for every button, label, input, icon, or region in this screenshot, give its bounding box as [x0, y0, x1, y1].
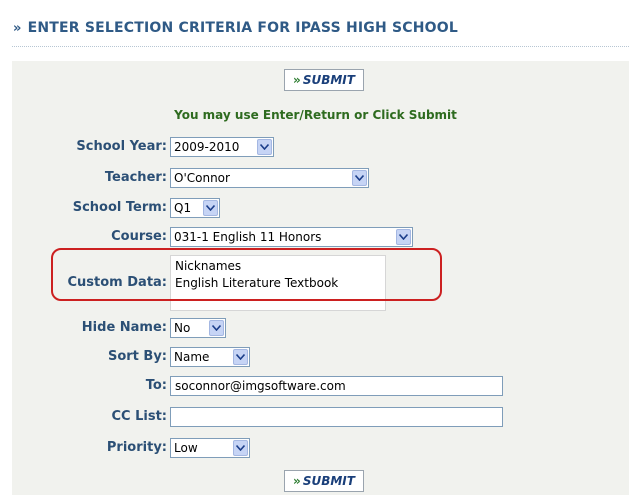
hide-name-select[interactable]: No	[170, 318, 226, 338]
dotted-divider	[12, 46, 629, 47]
submit-label: SUBMIT	[302, 474, 355, 488]
cc-list-field[interactable]	[170, 407, 503, 427]
chevron-down-icon[interactable]	[257, 139, 272, 155]
submit-hint: You may use Enter/Return or Click Submit	[174, 108, 457, 122]
school-term-value: Q1	[174, 201, 192, 215]
cc-list-label: CC List:	[111, 409, 168, 424]
course-select[interactable]: 031-1 English 11 Honors	[170, 227, 413, 247]
chevron-down-icon[interactable]	[396, 229, 411, 245]
priority-label: Priority:	[106, 440, 167, 455]
hide-name-label: Hide Name:	[81, 320, 167, 335]
school-year-value: 2009-2010	[174, 140, 240, 154]
school-year-select[interactable]: 2009-2010	[170, 137, 274, 157]
course-label: Course:	[111, 229, 167, 244]
hide-name-value: No	[174, 321, 191, 335]
page-title: » ENTER SELECTION CRITERIA FOR IPASS HIGH…	[13, 20, 458, 36]
school-term-select[interactable]: Q1	[170, 198, 220, 218]
sort-by-select[interactable]: Name	[170, 347, 250, 367]
sort-by-label: Sort By:	[107, 349, 167, 364]
course-value: 031-1 English 11 Honors	[174, 230, 322, 244]
sort-by-value: Name	[174, 350, 210, 364]
submit-arrows-icon: »	[293, 474, 301, 488]
teacher-value: O'Connor	[174, 171, 230, 185]
chevron-down-icon[interactable]	[352, 170, 367, 186]
priority-value: Low	[174, 441, 198, 455]
page-header: » ENTER SELECTION CRITERIA FOR IPASS HIGH…	[0, 0, 631, 50]
submit-arrows-icon: »	[293, 73, 301, 87]
submit-label: SUBMIT	[302, 73, 355, 87]
school-year-label: School Year:	[76, 139, 167, 154]
submit-button-top[interactable]: » SUBMIT	[284, 69, 364, 91]
chevron-down-icon[interactable]	[233, 349, 248, 365]
chevron-down-icon[interactable]	[203, 200, 218, 216]
custom-data-highlight	[51, 248, 442, 301]
to-label: To:	[145, 378, 167, 393]
submit-button-bottom[interactable]: » SUBMIT	[284, 470, 364, 492]
teacher-label: Teacher:	[104, 170, 167, 185]
chevron-icon: »	[13, 21, 22, 36]
school-term-label: School Term:	[72, 200, 167, 215]
chevron-down-icon[interactable]	[233, 440, 248, 456]
to-email-field[interactable]: soconnor@imgsoftware.com	[170, 376, 503, 396]
page-title-text: ENTER SELECTION CRITERIA FOR IPASS HIGH …	[27, 20, 458, 36]
teacher-select[interactable]: O'Connor	[170, 168, 369, 188]
chevron-down-icon[interactable]	[209, 320, 224, 336]
priority-select[interactable]: Low	[170, 438, 250, 458]
